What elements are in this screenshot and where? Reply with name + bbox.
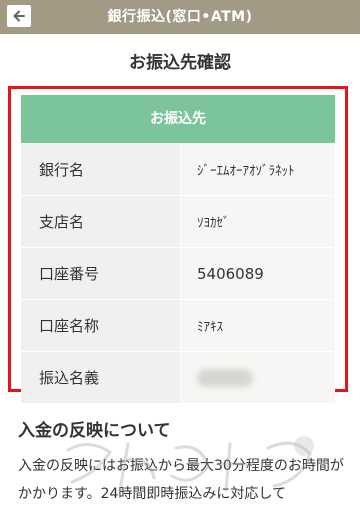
app-header: 銀行振込(窓口•ATM) xyxy=(0,0,360,34)
branch-name-value: ｿﾖｶｾﾞ xyxy=(181,196,335,247)
account-number-value: 5406089 xyxy=(181,248,335,299)
transfer-confirmation-box: お振込先 銀行名 ｼﾞｰｴﾑｵｰｱｵｿﾞﾗﾈｯﾄ 支店名 ｿﾖｶｾﾞ 口座番号 … xyxy=(8,86,348,403)
transfer-table: お振込先 銀行名 ｼﾞｰｴﾑｵｰｱｵｿﾞﾗﾈｯﾄ 支店名 ｿﾖｶｾﾞ 口座番号 … xyxy=(21,95,335,403)
reflection-section-title: 入金の反映について xyxy=(18,421,171,441)
table-row-transfer-name: 振込名義 xyxy=(21,351,335,403)
account-name-value: ﾐｱｷｽ xyxy=(181,300,335,351)
page-title: お振込先確認 xyxy=(129,53,231,73)
bank-name-label: 銀行名 xyxy=(21,144,181,195)
table-row-account-number: 口座番号 5406089 xyxy=(21,247,335,299)
blurred-transfer-name xyxy=(197,368,253,387)
account-number-label: 口座番号 xyxy=(21,248,181,299)
bank-name-value: ｼﾞｰｴﾑｵｰｱｵｿﾞﾗﾈｯﾄ xyxy=(181,144,335,195)
reflection-description: 入金の反映にはお振込から最大30分程度のお時間がかかります。24時間即時振込みに… xyxy=(18,458,344,502)
table-row-bank-name: 銀行名 ｼﾞｰｴﾑｵｰｱｵｿﾞﾗﾈｯﾄ xyxy=(21,143,335,195)
transfer-name-value xyxy=(181,352,335,403)
table-row-branch-name: 支店名 ｿﾖｶｾﾞ xyxy=(21,195,335,247)
account-name-label: 口座名称 xyxy=(21,300,181,351)
header-title: 銀行振込(窓口•ATM) xyxy=(107,9,253,25)
table-row-account-name: 口座名称 ﾐｱｷｽ xyxy=(21,299,335,351)
transfer-name-label: 振込名義 xyxy=(21,352,181,403)
branch-name-label: 支店名 xyxy=(21,196,181,247)
transfer-table-heading: お振込先 xyxy=(21,95,335,143)
